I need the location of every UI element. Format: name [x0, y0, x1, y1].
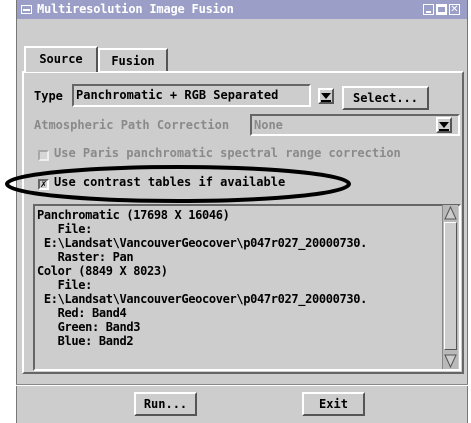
- list-item: Red: Band4: [37, 306, 127, 320]
- scroll-up-arrow-icon[interactable]: [444, 206, 457, 221]
- bottom-divider: [16, 384, 468, 386]
- scroll-down-arrow-icon[interactable]: [444, 353, 457, 368]
- tab-source[interactable]: Source: [24, 46, 98, 72]
- run-button[interactable]: Run...: [134, 392, 197, 416]
- source-info-list[interactable]: Panchromatic (17698 X 16046) File: E:\La…: [33, 204, 461, 371]
- list-item: Blue: Band2: [37, 334, 134, 348]
- list-item: File:: [37, 278, 93, 292]
- list-item: Green: Band3: [37, 320, 141, 334]
- list-item: E:\Landsat\VancouverGeocover\p047r027_20…: [37, 292, 367, 306]
- list-item: File:: [37, 222, 93, 236]
- list-item: Panchromatic (17698 X 16046): [37, 208, 230, 222]
- list-item: E:\Landsat\VancouverGeocover\p047r027_20…: [37, 236, 367, 250]
- list-item: Color (8849 X 8023): [37, 264, 168, 278]
- scroll-thumb[interactable]: [444, 222, 457, 350]
- list-scrollbar[interactable]: [442, 205, 458, 369]
- exit-button[interactable]: Exit: [302, 392, 365, 416]
- list-item: Raster: Pan: [37, 250, 134, 264]
